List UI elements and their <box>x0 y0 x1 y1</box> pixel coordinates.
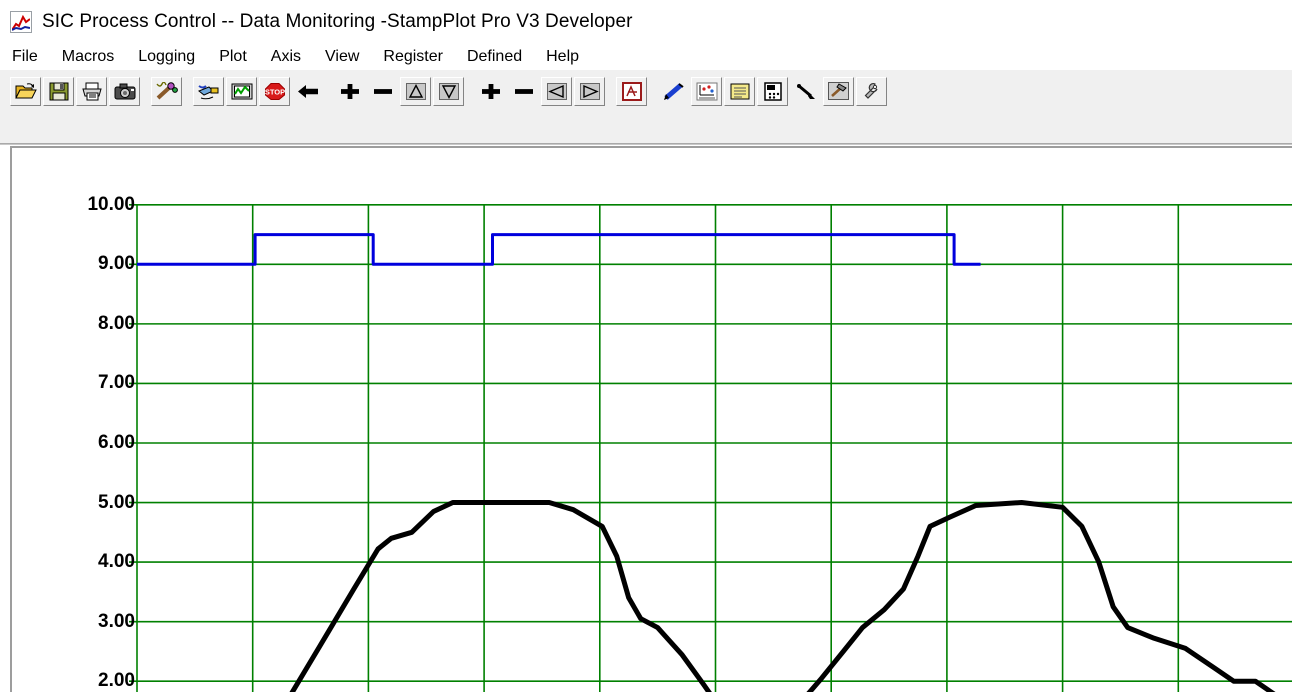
menu-item-plot[interactable]: Plot <box>219 48 247 66</box>
y-shift-down-button[interactable] <box>433 76 464 106</box>
y-shift-up-button[interactable] <box>400 76 431 106</box>
menu-item-help[interactable]: Help <box>546 48 579 66</box>
menu-item-defined[interactable]: Defined <box>467 48 522 66</box>
screenshot-button[interactable] <box>109 76 140 106</box>
marker-button[interactable] <box>790 77 821 106</box>
title-bar: SIC Process Control -- Data Monitoring -… <box>0 0 1292 44</box>
y-axis-labels: 10.00 9.00 8.00 7.00 6.00 5.00 4.00 3.00 2.00 <box>12 148 135 692</box>
plus-icon <box>481 83 500 99</box>
x-zoom-in-button[interactable] <box>475 77 506 106</box>
window-title: SIC Process Control -- Data Monitoring -… <box>42 11 633 32</box>
series-digital-status <box>137 233 981 266</box>
stampplot-app-icon <box>10 11 32 33</box>
status-strip: 0, 10 User Status 100 0,30 <box>0 112 1292 251</box>
toolbar-group-tools <box>657 76 888 106</box>
toolbar-group-export <box>615 76 648 106</box>
triangle-down-icon <box>438 82 459 100</box>
stop-plot-button[interactable]: STOP <box>259 76 290 106</box>
menu-item-register[interactable]: Register <box>383 48 443 66</box>
toolbar-group-run: STOP <box>192 76 324 106</box>
wand-icon <box>155 81 178 99</box>
toolbar-divider <box>0 143 1292 145</box>
toolbar: STOP <box>0 70 1292 112</box>
menu-item-macros[interactable]: Macros <box>62 48 114 66</box>
pointer-pen-icon <box>796 83 815 99</box>
toolbar-group-file <box>9 76 141 106</box>
plug-icon <box>197 84 218 99</box>
y-zoom-out-button[interactable] <box>367 77 398 106</box>
y-axis-tick-label: 5.00 <box>98 491 135 513</box>
y-zoom-in-button[interactable] <box>334 77 365 106</box>
toolbar-group-connect <box>150 76 183 106</box>
toolbar-group-y-axis <box>333 76 465 106</box>
device-button[interactable] <box>757 76 788 106</box>
toolbar-group-x-axis <box>474 76 606 106</box>
open-folder-icon <box>14 82 37 98</box>
save-disk-icon <box>49 82 68 100</box>
printer-icon <box>81 82 102 100</box>
device-icon <box>763 81 782 101</box>
notepad-icon <box>730 83 749 99</box>
save-file-button[interactable] <box>43 76 74 106</box>
arrow-left-icon <box>297 84 318 98</box>
y-axis-tick-label: 9.00 <box>98 253 135 275</box>
export-pdf-button[interactable] <box>616 76 647 106</box>
svg-text:STOP: STOP <box>264 87 284 96</box>
connect-button[interactable] <box>151 76 182 106</box>
menu-item-logging[interactable]: Logging <box>138 48 195 66</box>
plus-icon <box>340 83 359 99</box>
triangle-left-icon <box>546 82 567 100</box>
y-axis-tick-label: 7.00 <box>98 372 135 394</box>
x-zoom-out-button[interactable] <box>508 77 539 106</box>
triangle-right-icon <box>579 82 600 100</box>
data-view-button[interactable] <box>691 76 722 106</box>
plot-window[interactable]: 10.00 9.00 8.00 7.00 6.00 5.00 4.00 3.00 2.00 <box>10 146 1292 692</box>
menu-item-file[interactable]: File <box>12 48 38 66</box>
annotate-button[interactable] <box>658 77 689 106</box>
open-file-button[interactable] <box>10 76 41 106</box>
menu-item-axis[interactable]: Axis <box>271 48 301 66</box>
pdf-export-icon <box>621 81 642 101</box>
start-plot-button[interactable] <box>226 76 257 106</box>
minus-icon <box>373 88 392 94</box>
y-axis-tick-label: 2.00 <box>98 670 135 692</box>
y-axis-tick-label: 8.00 <box>98 312 135 334</box>
x-shift-left-button[interactable] <box>541 76 572 106</box>
triangle-up-icon <box>405 82 426 100</box>
scroll-back-button[interactable] <box>292 77 323 106</box>
y-axis-tick-label: 6.00 <box>98 431 135 453</box>
y-axis-tick-label: 4.00 <box>98 551 135 573</box>
menu-bar: File Macros Logging Plot Axis View Regis… <box>0 44 1292 70</box>
notes-button[interactable] <box>724 76 755 106</box>
stampplot-window: SIC Process Control -- Data Monitoring -… <box>0 0 1292 692</box>
chart-data-icon <box>696 82 717 100</box>
y-axis-tick-label: 10.00 <box>87 193 135 215</box>
pen-icon <box>663 82 684 100</box>
series-process-temperature <box>289 500 1276 692</box>
x-shift-right-button[interactable] <box>574 76 605 106</box>
camera-icon <box>114 83 135 99</box>
hammer-icon <box>828 82 849 100</box>
monitor-plot-icon <box>231 83 252 99</box>
y-axis-tick-label: 3.00 <box>98 610 135 632</box>
plot-canvas[interactable] <box>12 148 1292 692</box>
tools-button[interactable] <box>823 76 854 106</box>
port-connect-button[interactable] <box>193 76 224 106</box>
menu-item-view[interactable]: View <box>325 48 359 66</box>
wrench-icon <box>864 83 878 99</box>
print-button[interactable] <box>76 76 107 106</box>
stop-sign-icon: STOP <box>264 82 285 100</box>
minus-icon <box>514 88 533 94</box>
settings-button[interactable] <box>856 76 887 106</box>
